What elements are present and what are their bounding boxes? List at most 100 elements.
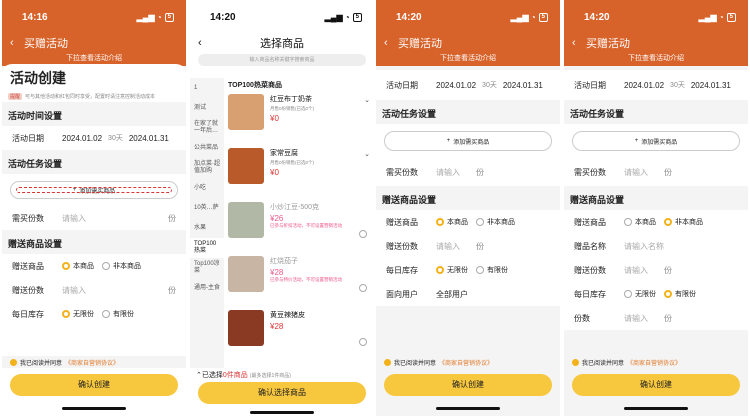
agree-row[interactable]: 我已阅读并同意 《商家自营销协议》 — [2, 356, 186, 368]
opt-this-goods[interactable]: 本商品 — [62, 261, 94, 271]
date-range[interactable]: 2024.01.02 30天 2024.01.31 — [624, 80, 731, 90]
opt-other-goods[interactable]: 非本商品 — [664, 217, 703, 227]
status-icons: ▂▄▆ ◔ 5 — [699, 12, 736, 22]
opt-limited[interactable]: 有限份 — [664, 289, 696, 299]
agree-row[interactable]: 我已阅读并同意 《商家自营销协议》 — [564, 356, 748, 368]
status-time: 14:20 — [210, 11, 236, 23]
add-goods-button[interactable]: + 添加需买商品 — [572, 131, 740, 151]
product-row[interactable]: 黄豆辣猪皮 ¥28 — [226, 310, 374, 364]
agree-row[interactable]: 我已阅读并同意 《商家自营销协议》 — [376, 356, 560, 368]
chevron-down-icon[interactable]: ⌄ — [364, 150, 370, 158]
target-value[interactable]: 全部用户 — [436, 289, 468, 300]
opt-unlimited[interactable]: 无限份 — [436, 265, 468, 275]
date-days: 30天 — [482, 82, 497, 89]
gift-qty-input[interactable]: 请输入 — [436, 241, 476, 252]
product-row[interactable]: 红豆布丁奶茶 月售0份销售(已选0个) ¥0 ⌄ — [226, 94, 374, 148]
plus-icon: + — [634, 138, 639, 144]
gift-name-label: 赠品名称 — [574, 241, 606, 251]
tip-text: 可与其他活动和红包同时享受，配置时请注意控制活动成本 — [25, 93, 156, 100]
category-item[interactable]: 加点菜·超值加购 — [190, 158, 224, 178]
opt-unlimited[interactable]: 无限份 — [62, 309, 94, 319]
back-icon[interactable]: ‹ — [10, 37, 24, 49]
nav-title: 买赠活动 — [24, 38, 68, 50]
product-price: ¥28 — [270, 322, 284, 331]
buy-qty-input[interactable]: 请输入 — [436, 167, 476, 178]
category-item[interactable]: 10英…萨 — [190, 198, 224, 218]
status-bar: 14:16 ▂▄▆ ◔ 5 — [2, 0, 186, 34]
nav-bar: ‹ 买赠活动 — [2, 34, 186, 52]
pull-hint[interactable]: 下拉查看活动介绍 — [564, 52, 748, 66]
category-item[interactable]: Top100凉菜 — [190, 258, 224, 278]
opt-this-goods[interactable]: 本商品 — [624, 217, 656, 227]
buy-qty-unit: 份 — [664, 167, 672, 177]
section-task: 活动任务设置 — [376, 100, 560, 124]
add-goods-button[interactable]: + 添加需买商品 — [384, 131, 552, 151]
qty-unit: 份 — [664, 313, 672, 323]
checkbox-icon[interactable] — [10, 358, 17, 366]
category-item[interactable]: 公共菜品 — [190, 138, 224, 158]
checkbox-icon[interactable] — [572, 358, 579, 366]
section-gift: 赠送商品设置 — [2, 230, 186, 254]
radio-on-icon — [664, 218, 672, 226]
agree-link[interactable]: 《商家自营销协议》 — [439, 358, 493, 367]
product-warning: 已参与特价活动，不可设置营销活动 — [270, 277, 342, 282]
opt-other-label: 非本商品 — [113, 263, 141, 270]
date-row[interactable]: 活动日期 2024.01.02 30天 2024.01.31 — [2, 126, 186, 150]
date-start: 2024.01.02 — [62, 133, 103, 143]
confirm-select-button[interactable]: 确认选择商品 — [198, 382, 366, 404]
date-row[interactable]: 活动日期 2024.01.02 30天 2024.01.31 — [564, 70, 748, 100]
radio-icon[interactable] — [359, 338, 367, 346]
plus-icon: + — [72, 187, 77, 193]
gift-qty-input[interactable]: 请输入 — [624, 265, 664, 276]
confirm-create-button[interactable]: 确认创建 — [572, 374, 740, 396]
confirm-create-button[interactable]: 确认创建 — [384, 374, 552, 396]
opt-this-label: 本商品 — [447, 219, 468, 226]
date-range[interactable]: 2024.01.02 30天 2024.01.31 — [436, 80, 543, 90]
category-item[interactable]: 通用-主食 — [190, 278, 224, 298]
nav-title: 买赠活动 — [586, 38, 630, 50]
radio-on-icon — [62, 310, 70, 318]
opt-this-goods[interactable]: 本商品 — [436, 217, 468, 227]
confirm-create-button[interactable]: 确认创建 — [10, 374, 178, 396]
opt-limited[interactable]: 有限份 — [476, 265, 508, 275]
agree-link[interactable]: 《商家自营销协议》 — [65, 358, 119, 367]
qty-label: 份数 — [574, 313, 590, 323]
gift-qty-input[interactable]: 请输入 — [62, 285, 168, 296]
opt-other-goods[interactable]: 非本商品 — [102, 261, 141, 271]
back-icon[interactable]: ‹ — [572, 37, 586, 49]
opt-unlimited[interactable]: 无限份 — [624, 289, 656, 299]
buy-qty-input[interactable]: 请输入 — [62, 213, 168, 224]
back-icon[interactable]: ‹ — [384, 37, 398, 49]
radio-on-icon — [436, 266, 444, 274]
product-picker-screen: 14:20 ▂▄▆ ◔ 5 ‹ 选择商品 输入商品名称关键字搜索商品 1 测试 … — [190, 0, 374, 416]
checkbox-icon[interactable] — [384, 358, 391, 366]
back-icon[interactable]: ‹ — [198, 37, 212, 49]
opt-other-goods[interactable]: 非本商品 — [476, 217, 515, 227]
qty-input[interactable]: 请输入 — [624, 313, 664, 324]
category-item[interactable]: 小吃 — [190, 178, 224, 198]
category-item[interactable]: 测试 — [190, 98, 224, 118]
header: 14:16 ▂▄▆ ◔ 5 ‹ 买赠活动 下拉查看活动介绍 — [2, 0, 186, 66]
selected-bar[interactable]: ⌃ 已选择 0件商品 (最多选择1件商品) — [190, 368, 374, 382]
chevron-down-icon[interactable]: ⌄ — [364, 96, 370, 104]
search-input[interactable]: 输入商品名称关键字搜索商品 — [198, 54, 366, 66]
agree-link[interactable]: 《商家自营销协议》 — [627, 358, 681, 367]
pull-hint[interactable]: 下拉查看活动介绍 — [376, 52, 560, 66]
date-row[interactable]: 活动日期 2024.01.02 30天 2024.01.31 — [376, 70, 560, 100]
gift-name-input[interactable]: 请输入名称 — [624, 241, 738, 252]
add-goods-button[interactable]: + 添加需买商品 — [10, 181, 178, 199]
status-bar: 14:20 ▂▄▆ ◔ 5 — [376, 0, 560, 34]
buy-qty-input[interactable]: 请输入 — [624, 167, 664, 178]
product-row[interactable]: 家常豆腐 月售0份销售(已选0个) ¥0 ⌄ — [226, 148, 374, 202]
category-item[interactable]: 在家了就一年后… — [190, 118, 224, 138]
opt-limited[interactable]: 有限份 — [102, 309, 134, 319]
category-item[interactable]: 1 — [190, 78, 224, 98]
opt-unlimited-label: 无限份 — [73, 311, 94, 318]
category-item-active[interactable]: TOP100热菜 — [190, 238, 224, 258]
category-item[interactable]: 水果 — [190, 218, 224, 238]
product-info: 红烧茄子 ¥28 已参与特价活动，不可设置营销活动 — [270, 256, 372, 310]
category-sidebar: 1 测试 在家了就一年后… 公共菜品 加点菜·超值加购 小吃 10英…萨 水果 … — [190, 78, 224, 370]
nav-bar: ‹ 买赠活动 — [376, 34, 560, 52]
date-range[interactable]: 2024.01.02 30天 2024.01.31 — [62, 133, 169, 143]
activity-create-screen-2: 14:20 ▂▄▆ ◔ 5 ‹ 买赠活动 下拉查看活动介绍 活动日期 2024.… — [376, 0, 560, 416]
